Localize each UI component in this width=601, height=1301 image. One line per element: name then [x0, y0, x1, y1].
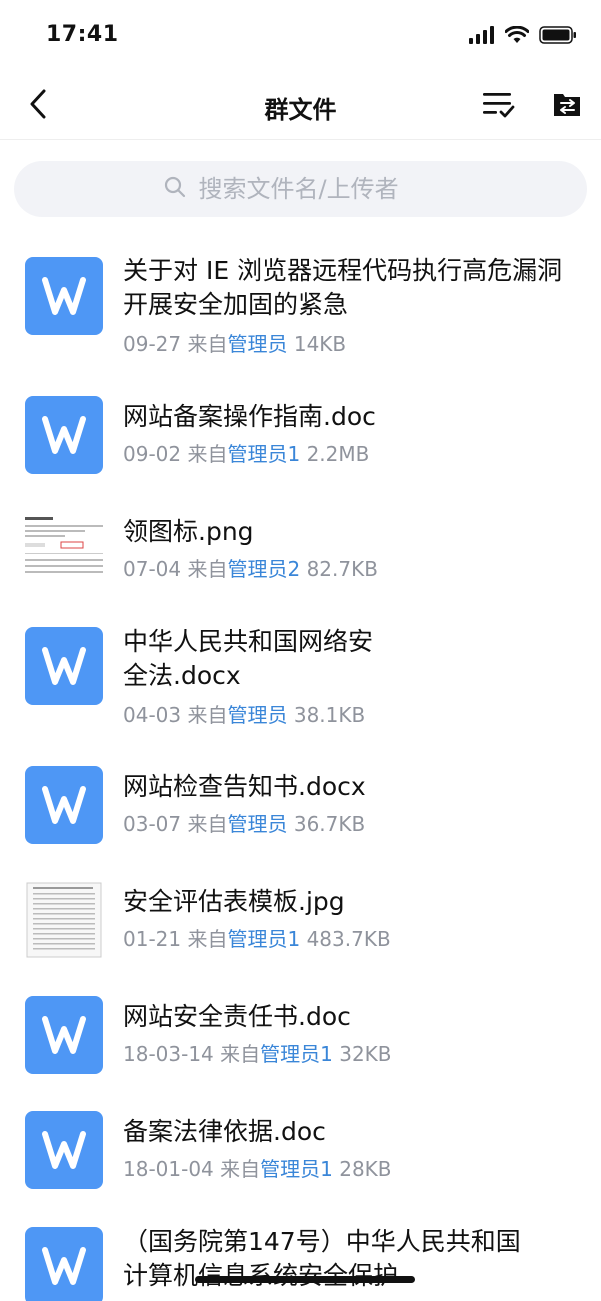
file-uploader[interactable]: 管理员: [227, 703, 287, 727]
battery-icon: [539, 26, 577, 48]
file-name: 网站检查告知书.docx: [123, 772, 366, 801]
file-uploader[interactable]: 管理员1: [260, 1042, 333, 1066]
image-thumbnail: [25, 511, 103, 589]
file-from: 来自: [187, 703, 228, 727]
file-from: 来自: [187, 332, 228, 356]
file-from: 来自: [187, 812, 228, 836]
file-item[interactable]: 备案法律依据.doc 18-01-04 来自管理员1 28KB: [0, 1087, 601, 1202]
file-meta: 18-01-04 来自管理员1 28KB: [123, 1156, 392, 1182]
status-icons: [469, 25, 577, 48]
file-date: 09-02: [123, 442, 182, 466]
list-check-icon: [481, 89, 515, 123]
file-size: 14KB: [293, 332, 347, 356]
file-name: 关于对 IE 浏览器远程代码执行高危漏洞开展安全加固的紧急: [123, 256, 563, 319]
file-uploader[interactable]: 管理员2: [227, 557, 300, 581]
file-date: 07-04: [123, 557, 182, 581]
word-doc-icon: [25, 766, 103, 844]
file-from: 来自: [220, 1042, 261, 1066]
file-meta: 01-21 来自管理员1 483.7KB: [123, 926, 391, 952]
file-size: 483.7KB: [306, 927, 391, 951]
file-date: 18-03-14: [123, 1042, 214, 1066]
word-doc-icon: [25, 627, 103, 705]
file-date: 01-21: [123, 927, 182, 951]
file-item[interactable]: 网站备案操作指南.doc 09-02 来自管理员1 2.2MB: [0, 372, 601, 487]
file-meta: 03-07 来自管理员 36.7KB: [123, 811, 365, 837]
search-icon: [163, 175, 187, 203]
file-date: 09-27: [123, 332, 182, 356]
file-date: 03-07: [123, 812, 182, 836]
file-transfer-button[interactable]: [549, 88, 585, 124]
multi-select-button[interactable]: [480, 88, 516, 124]
search-input[interactable]: [198, 175, 439, 203]
folder-transfer-icon: [552, 90, 582, 122]
file-item[interactable]: 中华人民共和国网络安全法.docx 04-03 来自管理员 38.1KB: [0, 602, 601, 742]
file-date: 04-03: [123, 703, 182, 727]
file-from: 来自: [220, 1157, 261, 1181]
nav-bar: 群文件: [0, 72, 601, 140]
status-time: 17:41: [46, 22, 119, 47]
file-name: 网站备案操作指南.doc: [123, 402, 376, 431]
word-doc-icon: [25, 257, 103, 335]
word-doc-icon: [25, 396, 103, 474]
file-name: 中华人民共和国网络安全法.docx: [123, 627, 374, 690]
file-meta: 04-03 来自管理员 38.1KB: [123, 702, 365, 728]
word-doc-icon: [25, 1111, 103, 1189]
file-name: 网站安全责任书.doc: [123, 1002, 351, 1031]
file-name: 领图标.png: [123, 517, 254, 546]
file-meta: 18-03-14 来自管理员1 32KB: [123, 1041, 392, 1067]
search-bar[interactable]: [14, 161, 587, 217]
file-uploader[interactable]: 管理员1: [227, 442, 300, 466]
file-item[interactable]: 网站安全责任书.doc 18-03-14 来自管理员1 32KB: [0, 972, 601, 1087]
image-thumbnail: [25, 881, 103, 959]
signal-icon: [469, 26, 495, 48]
file-item[interactable]: 关于对 IE 浏览器远程代码执行高危漏洞开展安全加固的紧急 09-27 来自管理…: [0, 232, 601, 372]
file-size: 36.7KB: [293, 812, 366, 836]
file-meta: 07-04 来自管理员2 82.7KB: [123, 556, 378, 582]
file-uploader[interactable]: 管理员: [227, 812, 287, 836]
file-item[interactable]: 网站检查告知书.docx 03-07 来自管理员 36.7KB: [0, 742, 601, 857]
chevron-left-icon: [28, 89, 48, 123]
file-uploader[interactable]: 管理员: [227, 332, 287, 356]
file-uploader[interactable]: 管理员1: [227, 927, 300, 951]
file-from: 来自: [187, 557, 228, 581]
file-from: 来自: [187, 442, 228, 466]
file-name: 安全评估表模板.jpg: [123, 887, 345, 916]
file-uploader[interactable]: 管理员1: [260, 1157, 333, 1181]
file-size: 38.1KB: [293, 703, 366, 727]
file-size: 32KB: [339, 1042, 392, 1066]
file-from: 来自: [187, 927, 228, 951]
file-meta: 09-27 来自管理员 14KB: [123, 331, 346, 357]
home-indicator: [195, 1276, 415, 1283]
word-doc-icon: [25, 1227, 103, 1301]
file-item[interactable]: （国务院第147号）中华人民共和国计算机信息系统安全保护: [0, 1202, 601, 1301]
file-size: 2.2MB: [306, 442, 370, 466]
file-item[interactable]: 领图标.png 07-04 来自管理员2 82.7KB: [0, 487, 601, 602]
status-bar: 17:41: [0, 0, 601, 72]
file-size: 28KB: [339, 1157, 392, 1181]
file-date: 18-01-04: [123, 1157, 214, 1181]
wifi-icon: [504, 25, 530, 48]
word-doc-icon: [25, 996, 103, 1074]
back-button[interactable]: [20, 88, 56, 124]
file-name: 备案法律依据.doc: [123, 1117, 326, 1146]
file-size: 82.7KB: [306, 557, 378, 581]
file-meta: 09-02 来自管理员1 2.2MB: [123, 441, 369, 467]
file-item[interactable]: 安全评估表模板.jpg 01-21 来自管理员1 483.7KB: [0, 857, 601, 972]
